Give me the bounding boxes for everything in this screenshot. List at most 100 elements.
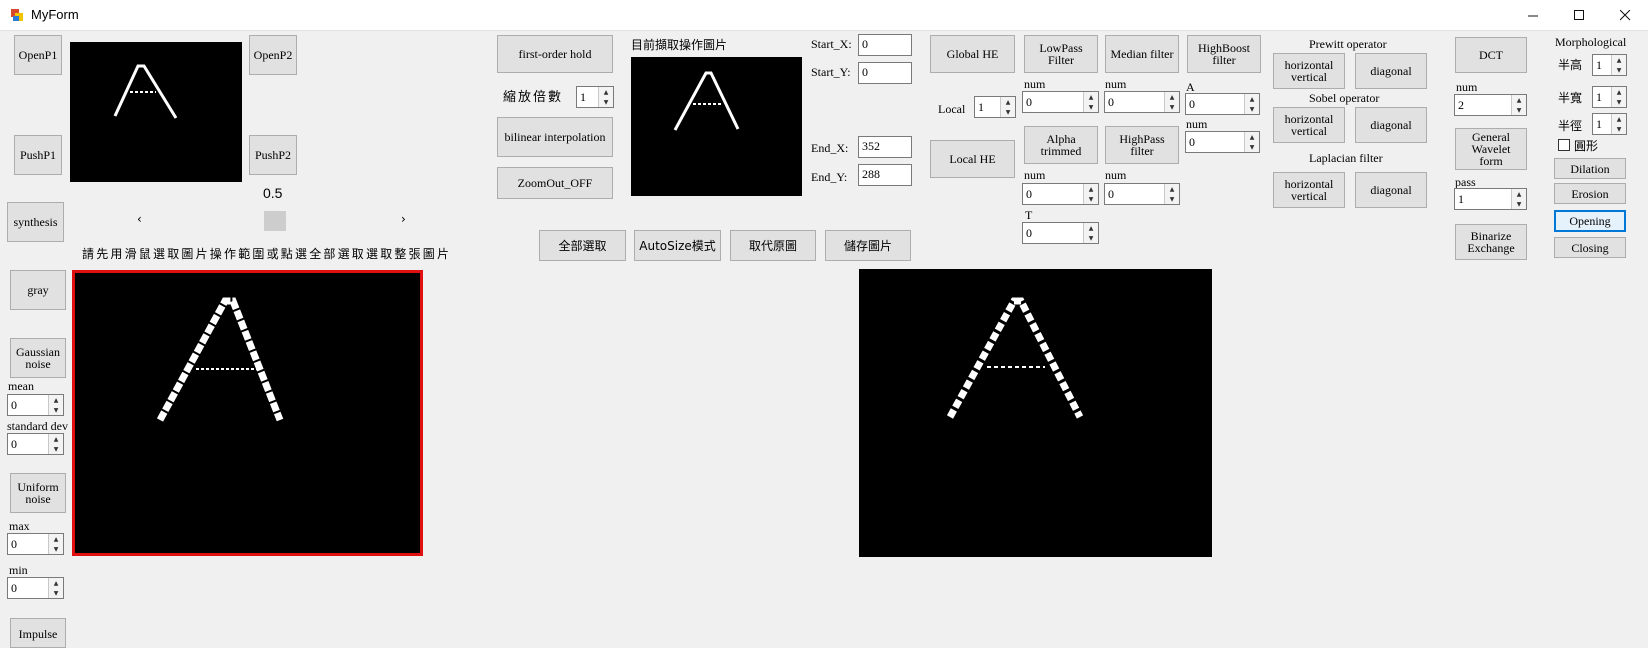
- open-p2-button[interactable]: OpenP2: [249, 35, 297, 75]
- end-y-input[interactable]: 288: [858, 164, 912, 186]
- replace-original-button[interactable]: 取代原圖: [730, 230, 816, 261]
- global-he-button[interactable]: Global HE: [930, 35, 1015, 73]
- spin-down-icon[interactable]: ▼: [599, 97, 613, 107]
- close-button[interactable]: [1602, 0, 1648, 30]
- push-p2-button[interactable]: PushP2: [249, 135, 297, 175]
- alpha-num-spinner[interactable]: 0 ▲ ▼: [1022, 183, 1099, 205]
- radius-spinner[interactable]: 1 ▲ ▼: [1592, 113, 1627, 135]
- median-num-spinner[interactable]: 0 ▲ ▼: [1104, 91, 1180, 113]
- sobel-horizontal-vertical-button[interactable]: horizontal vertical: [1273, 107, 1345, 143]
- t-spinner[interactable]: 0 ▲ ▼: [1022, 222, 1099, 244]
- dilation-button[interactable]: Dilation: [1554, 158, 1626, 179]
- median-filter-button[interactable]: Median filter: [1105, 35, 1179, 73]
- spin-down-icon[interactable]: ▼: [49, 444, 63, 454]
- min-spinner[interactable]: 0 ▲ ▼: [7, 577, 64, 599]
- spin-down-icon[interactable]: ▼: [1245, 142, 1259, 152]
- impulse-noise-button[interactable]: Impulse: [10, 618, 66, 648]
- zoom-scrollbar[interactable]: ‹ ›: [131, 210, 411, 232]
- first-order-hold-button[interactable]: first-order hold: [497, 35, 613, 73]
- highboost-num-value: 0: [1189, 135, 1195, 149]
- scroll-left-icon[interactable]: ‹: [137, 212, 142, 226]
- sobel-diagonal-button[interactable]: diagonal: [1355, 107, 1427, 143]
- spin-down-icon[interactable]: ▼: [1512, 199, 1526, 209]
- select-all-button[interactable]: 全部選取: [539, 230, 626, 261]
- local-label: Local: [938, 102, 966, 116]
- prewitt-horizontal-vertical-button[interactable]: horizontal vertical: [1273, 53, 1345, 89]
- picture-p1[interactable]: [70, 42, 242, 182]
- gaussian-noise-button[interactable]: Gaussian noise: [10, 338, 66, 378]
- working-picture[interactable]: [72, 270, 423, 556]
- spin-down-icon[interactable]: ▼: [1084, 233, 1098, 243]
- end-x-label: End_X:: [811, 141, 849, 155]
- standard-dev-spinner[interactable]: 0 ▲ ▼: [7, 433, 64, 455]
- scale-factor-label: 縮放倍數: [503, 90, 564, 105]
- mean-spinner[interactable]: 0 ▲ ▼: [7, 394, 64, 416]
- minimize-button[interactable]: [1510, 0, 1556, 30]
- spin-down-icon[interactable]: ▼: [49, 405, 63, 415]
- spin-down-icon[interactable]: ▼: [1165, 194, 1179, 204]
- scroll-thumb[interactable]: [264, 211, 286, 231]
- half-width-value: 1: [1596, 90, 1602, 104]
- start-x-input[interactable]: 0: [858, 34, 912, 56]
- highpass-num-spinner[interactable]: 0 ▲ ▼: [1104, 183, 1180, 205]
- autosize-mode-button[interactable]: AutoSize模式: [634, 230, 721, 261]
- opening-button[interactable]: Opening: [1554, 210, 1626, 232]
- local-he-button[interactable]: Local HE: [930, 140, 1015, 178]
- spin-down-icon[interactable]: ▼: [1084, 102, 1098, 112]
- lowpass-num-spinner[interactable]: 0 ▲ ▼: [1022, 91, 1099, 113]
- scale-factor-spinner[interactable]: 1 ▲ ▼: [576, 86, 614, 108]
- standard-dev-value: 0: [11, 437, 17, 451]
- spin-down-icon[interactable]: ▼: [49, 588, 63, 598]
- laplacian-diagonal-button[interactable]: diagonal: [1355, 172, 1427, 208]
- erosion-button[interactable]: Erosion: [1554, 183, 1626, 204]
- highpass-filter-button[interactable]: HighPass filter: [1105, 126, 1179, 164]
- local-spinner[interactable]: 1 ▲ ▼: [974, 96, 1016, 118]
- binarize-exchange-button[interactable]: Binarize Exchange: [1455, 224, 1527, 260]
- laplacian-horizontal-vertical-button[interactable]: horizontal vertical: [1273, 172, 1345, 208]
- circle-checkbox[interactable]: [1558, 139, 1570, 151]
- a-spinner[interactable]: 0 ▲ ▼: [1185, 93, 1260, 115]
- spin-down-icon[interactable]: ▼: [1612, 124, 1626, 134]
- spin-down-icon[interactable]: ▼: [1165, 102, 1179, 112]
- spin-down-icon[interactable]: ▼: [1084, 194, 1098, 204]
- spin-down-icon[interactable]: ▼: [1612, 65, 1626, 75]
- spin-down-icon[interactable]: ▼: [49, 544, 63, 554]
- open-p1-button[interactable]: OpenP1: [14, 35, 62, 75]
- captured-picture: [631, 57, 802, 196]
- end-x-input[interactable]: 352: [858, 136, 912, 158]
- highboost-num-spinner[interactable]: 0 ▲ ▼: [1185, 131, 1260, 153]
- alpha-trimmed-button[interactable]: Alpha trimmed: [1024, 126, 1098, 164]
- prewitt-diagonal-button[interactable]: diagonal: [1355, 53, 1427, 89]
- push-p1-button[interactable]: PushP1: [14, 135, 62, 175]
- dct-num-spinner[interactable]: 2 ▲ ▼: [1454, 94, 1527, 116]
- half-width-spinner[interactable]: 1 ▲ ▼: [1592, 86, 1627, 108]
- minimize-icon: [1527, 15, 1538, 16]
- pass-spinner[interactable]: 1 ▲ ▼: [1454, 188, 1527, 210]
- spin-down-icon[interactable]: ▼: [1512, 105, 1526, 115]
- spin-down-icon[interactable]: ▼: [1245, 104, 1259, 114]
- gray-button[interactable]: gray: [10, 270, 66, 310]
- zoomout-button[interactable]: ZoomOut_OFF: [497, 167, 613, 199]
- highboost-filter-button[interactable]: HighBoost filter: [1187, 35, 1261, 73]
- bilinear-interpolation-button[interactable]: bilinear interpolation: [497, 117, 613, 157]
- start-y-input[interactable]: 0: [858, 62, 912, 84]
- mean-value: 0: [11, 398, 17, 412]
- general-wavelet-form-button[interactable]: General Wavelet form: [1455, 128, 1527, 170]
- save-image-button[interactable]: 儲存圖片: [825, 230, 911, 261]
- max-spinner[interactable]: 0 ▲ ▼: [7, 533, 64, 555]
- min-value: 0: [11, 581, 17, 595]
- maximize-button[interactable]: [1556, 0, 1602, 30]
- half-height-spinner[interactable]: 1 ▲ ▼: [1592, 54, 1627, 76]
- lowpass-filter-button[interactable]: LowPass Filter: [1024, 35, 1098, 73]
- spin-down-icon[interactable]: ▼: [1612, 97, 1626, 107]
- scroll-right-icon[interactable]: ›: [401, 212, 406, 226]
- spin-down-icon[interactable]: ▼: [1001, 107, 1015, 117]
- maximize-icon: [1573, 9, 1584, 20]
- morphological-label: Morphological: [1555, 35, 1627, 49]
- synthesis-button[interactable]: synthesis: [7, 202, 64, 242]
- closing-button[interactable]: Closing: [1554, 237, 1626, 258]
- dct-button[interactable]: DCT: [1455, 37, 1527, 73]
- selection-hint: 請先用滑鼠選取圖片操作範圍或點選全部選取選取整張圖片: [82, 247, 452, 261]
- half-height-value: 1: [1596, 58, 1602, 72]
- uniform-noise-button[interactable]: Uniform noise: [10, 473, 66, 513]
